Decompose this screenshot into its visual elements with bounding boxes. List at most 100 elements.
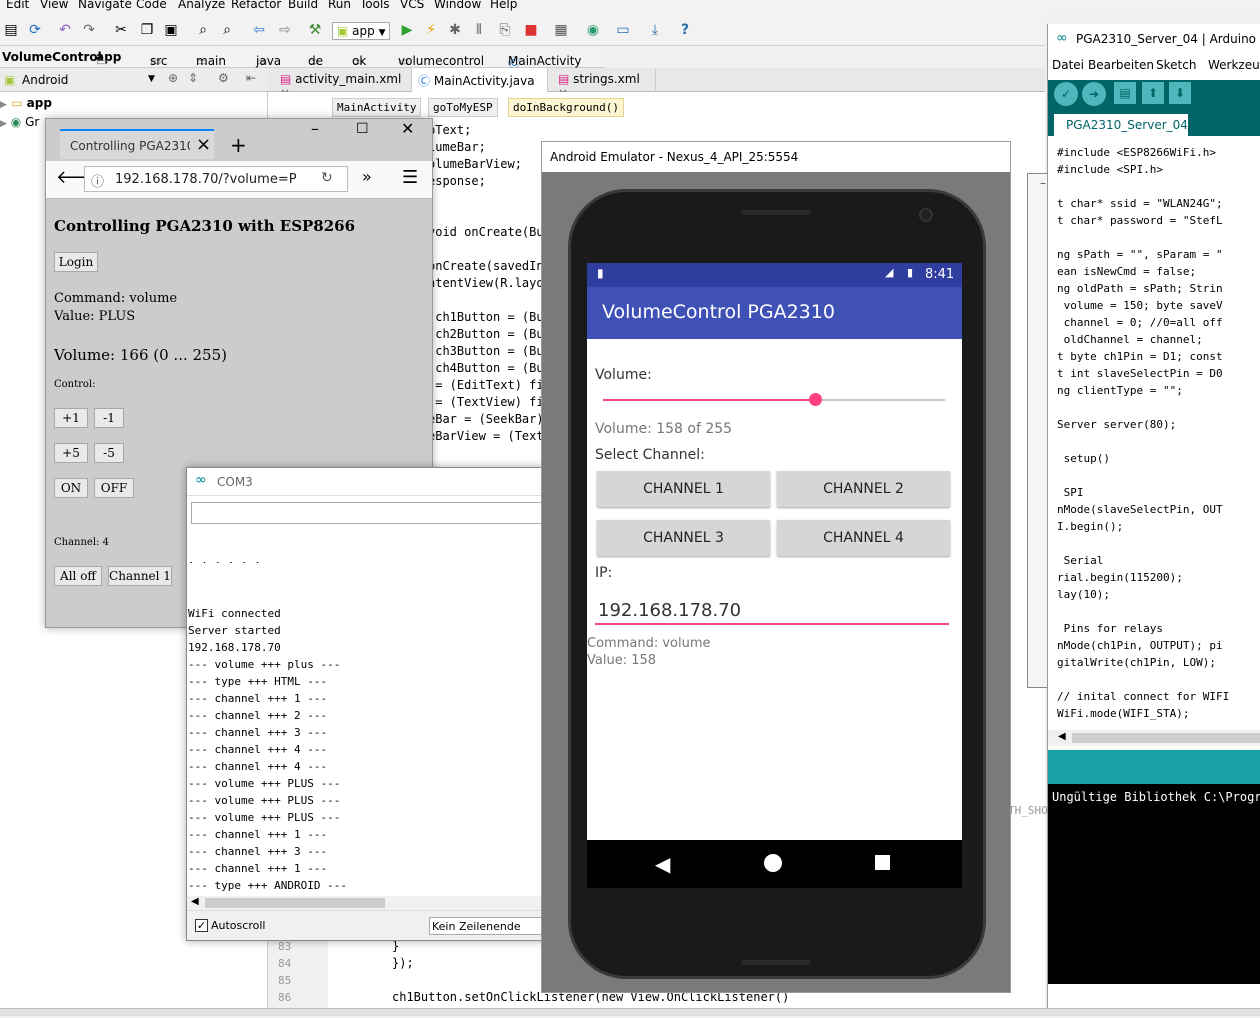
channel2-button[interactable]: CHANNEL 2 xyxy=(777,471,950,507)
undo-icon[interactable]: ↶ xyxy=(56,21,74,39)
horizontal-scrollbar[interactable]: ◀ xyxy=(187,896,545,910)
info-icon[interactable]: ⓘ xyxy=(91,171,104,190)
overflow-icon[interactable]: » xyxy=(362,167,372,186)
arduino-menu-datei[interactable]: Datei xyxy=(1052,58,1084,72)
volume-slider[interactable] xyxy=(603,393,945,406)
channel4-button[interactable]: CHANNEL 4 xyxy=(777,520,950,556)
save-icon[interactable]: ⬇ xyxy=(1169,82,1191,104)
method-crumb[interactable]: doInBackground() xyxy=(508,98,624,117)
open-icon[interactable]: ⬆ xyxy=(1142,82,1164,104)
tab-activity-main[interactable]: ▤ activity_main.xml × xyxy=(274,68,412,100)
redo-icon[interactable]: ↷ xyxy=(80,21,98,39)
minimize-icon[interactable]: – xyxy=(311,119,319,138)
url-bar[interactable]: ⓘ 192.168.178.70/?volume=P ↻ xyxy=(84,166,348,192)
minimize-icon[interactable]: – xyxy=(1040,176,1046,190)
profile-icon[interactable]: ⫴ xyxy=(470,21,488,39)
menu-item-window[interactable]: Window xyxy=(434,0,481,11)
run-config-select[interactable]: ▣ app ▼ xyxy=(332,22,390,40)
make-icon[interactable]: ⚒ xyxy=(306,21,324,39)
line-ending-select[interactable]: Kein Zeilenende xyxy=(429,917,545,935)
all-off-button[interactable]: All off xyxy=(54,566,102,586)
new-tab-icon[interactable]: + xyxy=(230,133,247,157)
save-icon[interactable]: ▤ xyxy=(2,21,20,39)
menu-item-run[interactable]: Run xyxy=(328,0,351,11)
arduino-menu-bearbeiten[interactable]: Bearbeiten xyxy=(1088,58,1154,72)
forward-icon[interactable]: ⇨ xyxy=(276,21,294,39)
collapse-icon[interactable]: ⇕ xyxy=(188,71,198,85)
menu-item-help[interactable]: Help xyxy=(490,0,517,11)
menu-item-vcs[interactable]: VCS xyxy=(400,0,424,11)
recents-nav-icon[interactable] xyxy=(875,855,890,870)
channel1-button[interactable]: Channel 1 xyxy=(108,566,172,586)
hide-panel-icon[interactable]: ⇤ xyxy=(246,71,256,85)
off-button[interactable]: OFF xyxy=(94,478,134,498)
chevron-down-icon[interactable]: ▼ xyxy=(148,74,155,84)
browser-tab[interactable]: Controlling PGA2310 v × xyxy=(60,129,214,159)
debug-icon[interactable]: ✱ xyxy=(446,21,464,39)
cut-icon[interactable]: ✂ xyxy=(112,21,130,39)
apply-changes-icon[interactable]: ⚡ xyxy=(422,21,440,39)
breadcrumb-project[interactable]: VolumeControl xyxy=(2,50,102,64)
tree-item-app[interactable]: ▶ ▭ app xyxy=(0,96,52,110)
back-icon[interactable]: ⇦ xyxy=(250,21,268,39)
plus1-button[interactable]: +1 xyxy=(54,408,88,428)
copy-icon[interactable]: ❐ xyxy=(138,21,156,39)
menu-item-analyze[interactable]: Analyze xyxy=(178,0,225,11)
arduino-hscrollbar[interactable]: ◀ xyxy=(1048,730,1260,746)
on-button[interactable]: ON xyxy=(54,478,88,498)
back-nav-icon[interactable]: ◀ xyxy=(655,852,670,876)
menu-item-edit[interactable]: Edit xyxy=(6,0,29,11)
scrollbar-thumb[interactable] xyxy=(205,898,385,908)
upload-icon[interactable]: ➜ xyxy=(1082,82,1106,106)
ip-input[interactable]: 192.168.178.70 xyxy=(595,591,949,625)
arduino-code-editor[interactable]: #include <ESP8266WiFi.h> #include <SPI.h>… xyxy=(1048,136,1260,736)
menu-item-refactor[interactable]: Refactor xyxy=(231,0,281,11)
new-sketch-icon[interactable]: ▤ xyxy=(1114,82,1136,104)
close-icon[interactable]: × xyxy=(196,134,211,155)
avd-manager-icon[interactable]: ▦ xyxy=(552,21,570,39)
sdk-manager-icon[interactable]: ◉ xyxy=(584,21,602,39)
channel1-button[interactable]: CHANNEL 1 xyxy=(597,471,770,507)
autoscroll-checkbox[interactable]: ✓ xyxy=(195,919,208,932)
gear-icon[interactable]: ⚙ xyxy=(218,71,229,85)
run-icon[interactable]: ▶ xyxy=(398,21,416,39)
login-button[interactable]: Login xyxy=(54,252,98,272)
project-structure-icon[interactable]: ▭ xyxy=(614,21,632,39)
volume-slider-thumb[interactable] xyxy=(809,393,823,406)
home-nav-icon[interactable] xyxy=(764,854,782,872)
menu-item-navigate[interactable]: Navigate xyxy=(78,0,132,11)
plus5-button[interactable]: +5 xyxy=(54,443,88,463)
serial-send-input[interactable] xyxy=(191,502,545,524)
help-icon[interactable]: ? xyxy=(676,21,694,39)
target-icon[interactable]: ⊕ xyxy=(168,71,178,85)
android-monitor-icon[interactable]: ⤓ xyxy=(646,21,664,39)
arduino-menu-werkzeuge[interactable]: Werkzeuge xyxy=(1208,58,1260,72)
breadcrumb-app[interactable]: ▭ app xyxy=(96,50,121,68)
paste-icon[interactable]: ▣ xyxy=(162,21,180,39)
sync-icon[interactable]: ⟳ xyxy=(26,21,44,39)
attach-debugger-icon[interactable]: ⎘ xyxy=(496,21,514,39)
scrollbar-thumb[interactable] xyxy=(1072,733,1260,743)
maximize-icon[interactable]: ☐ xyxy=(356,121,369,137)
arduino-menu-sketch[interactable]: Sketch xyxy=(1156,58,1196,72)
channel3-button[interactable]: CHANNEL 3 xyxy=(597,520,770,556)
menu-item-tools[interactable]: Tools xyxy=(360,0,390,11)
verify-icon[interactable]: ✓ xyxy=(1054,82,1078,106)
sketch-tab[interactable]: PGA2310_Server_04 xyxy=(1054,114,1188,136)
method-crumb[interactable]: goToMyESP xyxy=(428,98,498,117)
chevron-left-icon[interactable]: ◀ xyxy=(191,896,199,907)
tab-mainactivity[interactable]: Ⓒ MainActivity.java × xyxy=(412,68,548,103)
close-window-icon[interactable]: ✕ xyxy=(401,119,414,138)
tab-strings[interactable]: ▤ strings.xml × xyxy=(552,68,656,100)
stop-icon[interactable]: ■ xyxy=(522,21,540,39)
minus1-button[interactable]: -1 xyxy=(94,408,124,428)
tree-item-gradle[interactable]: ▶ ◉ Gr xyxy=(0,115,39,129)
replace-icon[interactable]: ⌕ xyxy=(218,21,236,39)
menu-item-build[interactable]: Build xyxy=(288,0,318,11)
menu-item-view[interactable]: View xyxy=(40,0,68,11)
minus5-button[interactable]: -5 xyxy=(94,443,124,463)
project-view-selector[interactable]: Android xyxy=(22,73,68,87)
find-icon[interactable]: ⌕ xyxy=(194,21,212,39)
chevron-left-icon[interactable]: ◀ xyxy=(1058,731,1066,742)
menu-item-code[interactable]: Code xyxy=(136,0,167,11)
